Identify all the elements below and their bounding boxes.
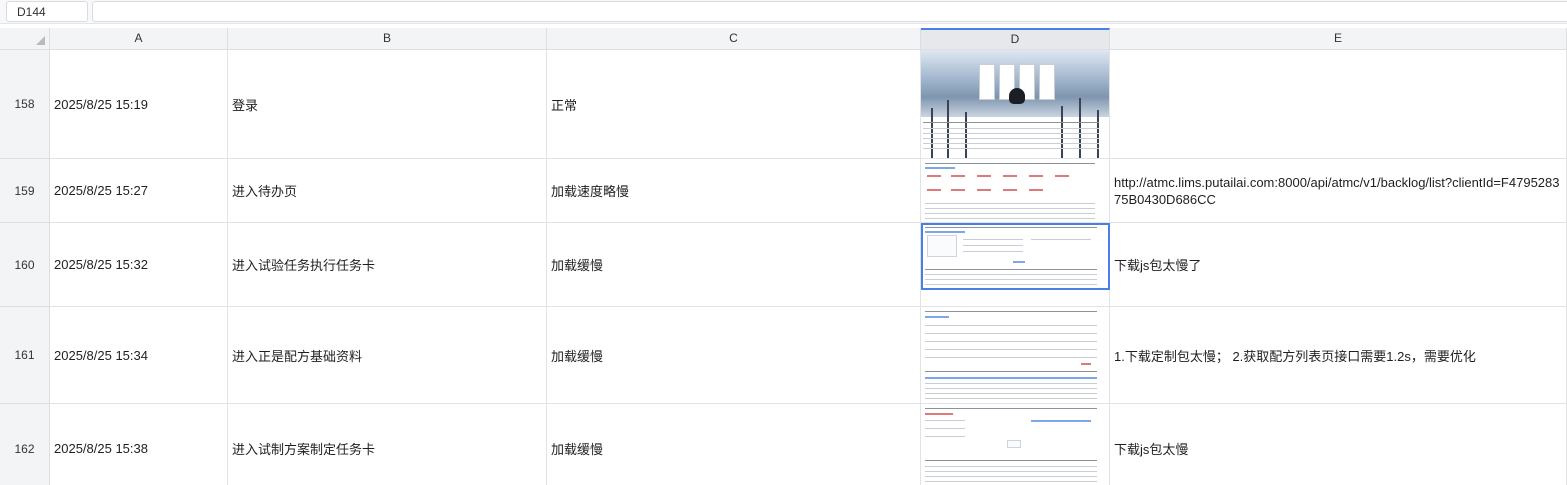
screenshot-thumbnail[interactable] [921, 307, 1109, 403]
column-header-c[interactable]: C [547, 28, 921, 50]
column-header-e[interactable]: E [1110, 28, 1567, 50]
table-cell-e[interactable]: 下载js包太慢 [1110, 404, 1567, 485]
row-header[interactable]: 160 [0, 223, 50, 307]
table-cell-a[interactable]: 2025/8/25 15:19 [50, 50, 228, 159]
formula-input[interactable] [92, 1, 1567, 22]
table-cell-b[interactable]: 进入试制方案制定任务卡 [228, 404, 547, 485]
table-cell-c[interactable]: 加载速度略慢 [547, 159, 921, 223]
table-cell-b[interactable]: 进入正是配方基础资料 [228, 307, 547, 404]
table-cell-a[interactable]: 2025/8/25 15:27 [50, 159, 228, 223]
cell-reference-box[interactable]: D144 [6, 1, 88, 22]
screenshot-thumbnail[interactable] [921, 159, 1109, 222]
column-header-d[interactable]: D [921, 28, 1110, 50]
table-cell-e[interactable]: 1.下载定制包太慢； 2.获取配方列表页接口需要1.2s，需要优化 [1110, 307, 1567, 404]
table-cell-c[interactable]: 正常 [547, 50, 921, 159]
table-cell-d-image[interactable] [921, 404, 1110, 485]
screenshot-thumbnail[interactable] [921, 223, 1109, 289]
row-header[interactable]: 158 [0, 50, 50, 159]
row-header[interactable]: 162 [0, 404, 50, 485]
table-cell-b[interactable]: 登录 [228, 50, 547, 159]
column-header-b[interactable]: B [228, 28, 547, 50]
table-cell-d-blank[interactable] [921, 290, 1110, 307]
table-cell-e[interactable]: http://atmc.lims.putailai.com:8000/api/a… [1110, 159, 1567, 223]
spreadsheet-grid: A B C D E 158 2025/8/25 15:19 登录 正常 159 … [0, 28, 1567, 485]
table-cell-c[interactable]: 加载缓慢 [547, 223, 921, 307]
screenshot-thumbnail[interactable] [921, 50, 1109, 158]
table-cell-d-image[interactable] [921, 50, 1110, 159]
select-all-corner[interactable] [0, 28, 50, 50]
table-cell-c[interactable]: 加载缓慢 [547, 404, 921, 485]
table-cell-d-image[interactable] [921, 307, 1110, 404]
table-cell-a[interactable]: 2025/8/25 15:34 [50, 307, 228, 404]
table-cell-d-image[interactable] [921, 223, 1110, 290]
table-cell-e[interactable]: 下载js包太慢了 [1110, 223, 1567, 307]
table-cell-b[interactable]: 进入待办页 [228, 159, 547, 223]
row-header[interactable]: 159 [0, 159, 50, 223]
table-cell-c[interactable]: 加载缓慢 [547, 307, 921, 404]
table-cell-a[interactable]: 2025/8/25 15:32 [50, 223, 228, 307]
formula-bar: D144 [0, 0, 1567, 24]
table-cell-d-image[interactable] [921, 159, 1110, 223]
screenshot-thumbnail[interactable] [921, 404, 1109, 485]
table-cell-e[interactable] [1110, 50, 1567, 159]
table-cell-b[interactable]: 进入试验任务执行任务卡 [228, 223, 547, 307]
table-cell-a[interactable]: 2025/8/25 15:38 [50, 404, 228, 485]
column-header-a[interactable]: A [50, 28, 228, 50]
row-header[interactable]: 161 [0, 307, 50, 404]
